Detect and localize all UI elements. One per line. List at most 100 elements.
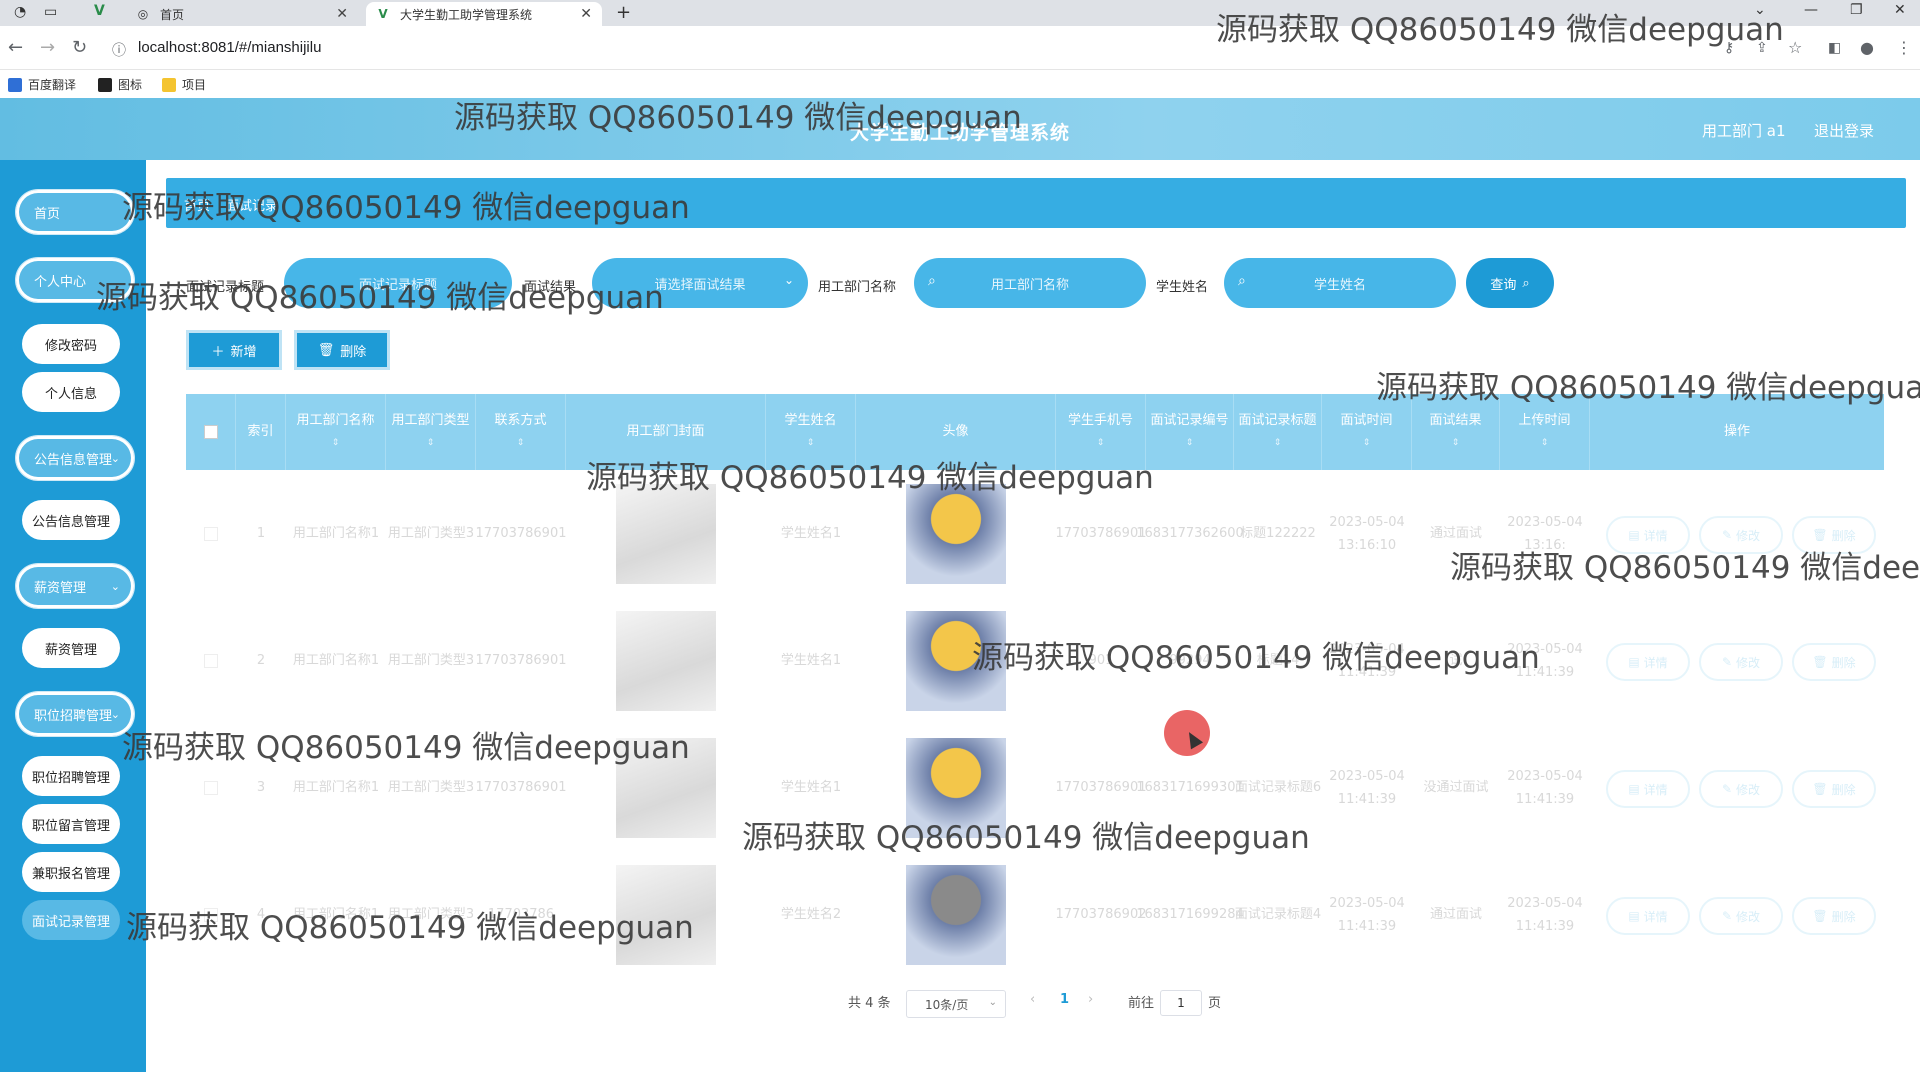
row-checkbox[interactable] xyxy=(204,780,218,795)
sidebar-item-part-time-signup[interactable]: 兼职报名管理 xyxy=(22,852,120,892)
sort-icon[interactable]: ⇕ xyxy=(332,432,340,454)
cell-text: 1 xyxy=(256,526,266,541)
url-input[interactable]: localhost:8081/#/mianshijilu xyxy=(138,39,321,56)
op-label: 详情 xyxy=(1643,528,1668,543)
watermark: 源码获取 QQ86050149 微信deepguan xyxy=(1450,550,1920,586)
document-icon: ▤ xyxy=(1628,655,1640,669)
page-jump-input[interactable]: 1 xyxy=(1160,990,1202,1016)
blank-tab-icon[interactable]: ▭ xyxy=(44,4,57,20)
cell-text: 用工部门类型3 xyxy=(387,780,475,795)
select-all-checkbox[interactable] xyxy=(203,425,218,439)
watermark: 源码获取 QQ86050149 微信deepguan xyxy=(96,280,664,316)
watermark: 源码获取 QQ86050149 微信deepguan xyxy=(1216,12,1784,48)
logout-button[interactable]: 退出登录 xyxy=(1814,120,1874,141)
sidebar-item-change-password[interactable]: 修改密码 xyxy=(22,324,120,364)
search-dept-input[interactable]: ⌕ 用工部门名称 xyxy=(914,258,1146,308)
sidebar-item-job-recruit-sub[interactable]: 职位招聘管理 xyxy=(22,756,120,796)
profile-icon[interactable]: ● xyxy=(1860,38,1874,57)
forward-icon[interactable]: → xyxy=(40,37,55,58)
sidebar-item-interview-records[interactable]: 面试记录管理 xyxy=(22,900,120,940)
back-icon[interactable]: ← xyxy=(8,37,23,58)
sort-icon[interactable]: ⇕ xyxy=(807,432,815,454)
close-tab-icon[interactable]: ✕ xyxy=(580,6,592,22)
sort-icon[interactable]: ⇕ xyxy=(517,432,525,454)
sort-icon[interactable]: ⇕ xyxy=(1186,432,1194,454)
sidebar-item-notice-sub[interactable]: 公告信息管理 xyxy=(22,500,120,540)
edit-icon: ✎ xyxy=(1721,909,1733,923)
delete-button[interactable]: 🗑 删除 xyxy=(294,330,390,370)
add-button[interactable]: ＋ 新增 xyxy=(186,330,282,370)
sort-icon[interactable]: ⇕ xyxy=(1097,432,1105,454)
col-contact[interactable]: 联系方式 ⇕ xyxy=(476,394,566,470)
cell-dept-type: 用工部门类型3 xyxy=(386,470,476,597)
goto-suffix: 页 xyxy=(1208,996,1222,1011)
dept-cover-image[interactable] xyxy=(616,483,716,584)
globe-icon: ◎ xyxy=(137,7,149,21)
next-page-icon[interactable]: › xyxy=(1088,992,1093,1007)
dept-cover-image[interactable] xyxy=(616,610,716,711)
browser-history-icon[interactable]: ◔ xyxy=(14,4,26,20)
search-student-input[interactable]: ⌕ 学生姓名 xyxy=(1224,258,1456,308)
delete-row-button[interactable]: 🗑 删除 xyxy=(1792,897,1876,935)
cell-contact: 17703786901 xyxy=(476,597,567,724)
edit-button[interactable]: ✎ 修改 xyxy=(1699,897,1783,935)
watermark: 源码获取 QQ86050149 微信deepguan xyxy=(126,910,694,946)
row-checkbox[interactable] xyxy=(204,653,218,668)
cell-text: 学生姓名1 xyxy=(780,780,842,795)
site-info-icon[interactable]: ⓘ xyxy=(112,40,126,60)
sidebar-item-salary-sub[interactable]: 薪资管理 xyxy=(22,628,120,668)
new-tab-button[interactable]: + xyxy=(616,2,631,23)
delete-row-button[interactable]: 🗑 删除 xyxy=(1792,643,1876,681)
restore-icon[interactable]: ❐ xyxy=(1850,2,1863,18)
select-all-cell[interactable] xyxy=(186,394,236,470)
bookmark-project[interactable]: 项目 xyxy=(162,76,206,93)
student-avatar-image[interactable] xyxy=(906,483,1006,584)
page-size-select[interactable]: 10条/页 ⌄ xyxy=(906,990,1006,1018)
op-label: 删除 xyxy=(1831,528,1856,543)
row-checkbox[interactable] xyxy=(204,526,218,541)
star-icon[interactable]: ☆ xyxy=(1788,38,1802,57)
sort-icon[interactable]: ⇕ xyxy=(1541,432,1549,454)
close-window-icon[interactable]: ✕ xyxy=(1894,2,1906,18)
minimize-icon[interactable]: — xyxy=(1804,2,1818,18)
close-tab-icon[interactable]: ✕ xyxy=(336,6,348,22)
sort-icon[interactable]: ⇕ xyxy=(1452,432,1460,454)
sidebar-item-notice-management[interactable]: 公告信息管理 ⌄ xyxy=(16,436,134,480)
op-label: 详情 xyxy=(1643,909,1668,924)
sort-icon[interactable]: ⇕ xyxy=(1274,432,1282,454)
col-record-title[interactable]: 面试记录标题 ⇕ xyxy=(1234,394,1322,470)
cell-record-no: 1683171699284 xyxy=(1136,851,1244,978)
cell-text: 1683177362600 xyxy=(1136,526,1244,541)
sidebar-item-personal-info[interactable]: 个人信息 xyxy=(22,372,120,412)
edit-button[interactable]: ✎ 修改 xyxy=(1699,643,1783,681)
sidebar-item-job-message[interactable]: 职位留言管理 xyxy=(22,804,120,844)
vue-tab-icon[interactable]: V xyxy=(94,3,105,19)
watermark: 源码获取 QQ86050149 微信deepguan xyxy=(1376,370,1920,406)
sort-icon[interactable]: ⇕ xyxy=(1363,432,1371,454)
sort-icon[interactable]: ⇕ xyxy=(427,432,435,454)
menu-icon[interactable]: ⋮ xyxy=(1896,38,1912,57)
detail-button[interactable]: ▤ 详情 xyxy=(1606,897,1690,935)
tab-home[interactable]: ◎ 首页 ✕ xyxy=(130,2,358,26)
sidebar-item-job-recruit[interactable]: 职位招聘管理 ⌄ xyxy=(16,692,134,736)
search-button[interactable]: 查询 ⌕ xyxy=(1466,258,1554,308)
sidebar-item-home[interactable]: 首页 xyxy=(16,190,134,234)
edit-button[interactable]: ✎ 修改 xyxy=(1699,770,1783,808)
tab-active[interactable]: V 大学生勤工助学管理系统 ✕ xyxy=(366,2,602,26)
detail-button[interactable]: ▤ 详情 xyxy=(1606,770,1690,808)
detail-button[interactable]: ▤ 详情 xyxy=(1606,643,1690,681)
delete-row-button[interactable]: 🗑 删除 xyxy=(1792,770,1876,808)
bookmark-icons[interactable]: 图标 xyxy=(98,76,142,93)
col-dept-type[interactable]: 用工部门类型 ⇕ xyxy=(386,394,476,470)
sidebar-item-salary-management[interactable]: 薪资管理 ⌄ xyxy=(16,564,134,608)
cell-text: 17703786901 xyxy=(475,526,567,541)
bookmark-baidu-translate[interactable]: 百度翻译 xyxy=(8,76,76,93)
cell-text: 2023-05-04 11:41:39 xyxy=(1507,768,1583,807)
col-dept-name[interactable]: 用工部门名称 ⇕ xyxy=(286,394,386,470)
page-number-current[interactable]: 1 xyxy=(1060,992,1069,1007)
sidebar-toggle-icon[interactable]: ◧ xyxy=(1828,40,1841,56)
reload-icon[interactable]: ↻ xyxy=(72,37,87,58)
col-record-no[interactable]: 面试记录编号 ⇕ xyxy=(1146,394,1234,470)
student-avatar-image[interactable] xyxy=(906,864,1006,965)
prev-page-icon[interactable]: ‹ xyxy=(1030,992,1035,1007)
